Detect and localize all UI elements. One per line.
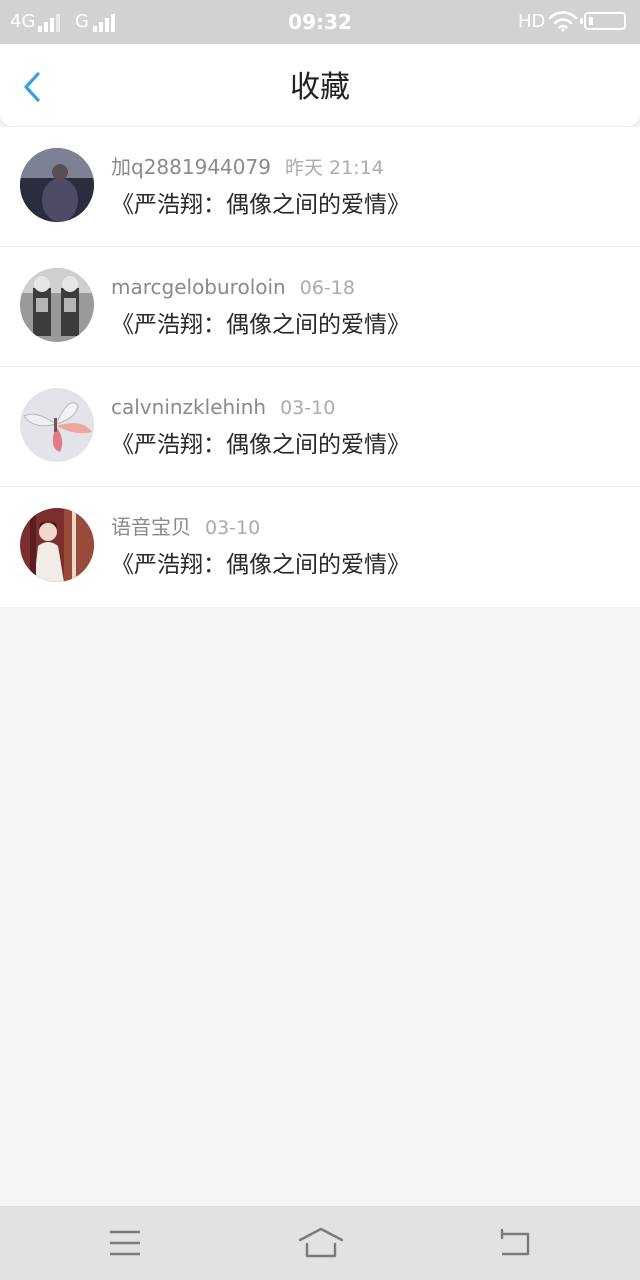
timestamp: 03-10 — [280, 397, 336, 419]
item-title[interactable]: 《严浩翔：偶像之间的爱情》 — [111, 190, 410, 220]
timestamp: 03-10 — [205, 517, 261, 539]
system-nav-bar — [0, 1206, 640, 1280]
favorites-list: 加q2881944079 昨天 21:14 《严浩翔：偶像之间的爱情》 marcg… — [0, 127, 640, 607]
timestamp: 06-18 — [299, 277, 355, 299]
list-item[interactable]: 加q2881944079 昨天 21:14 《严浩翔：偶像之间的爱情》 — [0, 127, 640, 247]
item-title[interactable]: 《严浩翔：偶像之间的爱情》 — [111, 310, 410, 340]
battery-icon — [580, 12, 626, 30]
page-title: 收藏 — [290, 70, 350, 105]
meta-line: 语音宝贝 03-10 — [111, 514, 260, 541]
header: 收藏 — [0, 44, 640, 126]
list-item[interactable]: calvninzklehinh 03-10 《严浩翔：偶像之间的爱情》 — [0, 367, 640, 487]
meta-line: calvninzklehinh 03-10 — [111, 394, 335, 421]
username[interactable]: 加q2881944079 — [111, 155, 271, 179]
username[interactable]: marcgeloburoloin — [111, 275, 286, 299]
timestamp: 昨天 21:14 — [284, 157, 384, 179]
list-item[interactable]: marcgeloburoloin 06-18 《严浩翔：偶像之间的爱情》 — [0, 247, 640, 367]
meta-line: marcgeloburoloin 06-18 — [111, 274, 355, 301]
avatar[interactable] — [20, 148, 94, 222]
username[interactable]: calvninzklehinh — [111, 395, 266, 419]
hd-indicator: HD — [518, 11, 546, 32]
avatar[interactable] — [20, 268, 94, 342]
username[interactable]: 语音宝贝 — [111, 515, 191, 539]
back-icon[interactable] — [498, 1226, 534, 1260]
home-icon[interactable] — [298, 1226, 344, 1260]
meta-line: 加q2881944079 昨天 21:14 — [111, 154, 384, 181]
item-title[interactable]: 《严浩翔：偶像之间的爱情》 — [111, 550, 410, 580]
menu-icon[interactable] — [108, 1226, 142, 1260]
wifi-icon — [548, 11, 578, 32]
avatar[interactable] — [20, 508, 94, 582]
list-item[interactable]: 语音宝贝 03-10 《严浩翔：偶像之间的爱情》 — [0, 487, 640, 607]
item-title[interactable]: 《严浩翔：偶像之间的爱情》 — [111, 430, 410, 460]
status-bar: 4G G 09:32 HD — [0, 0, 640, 44]
avatar[interactable] — [20, 388, 94, 462]
